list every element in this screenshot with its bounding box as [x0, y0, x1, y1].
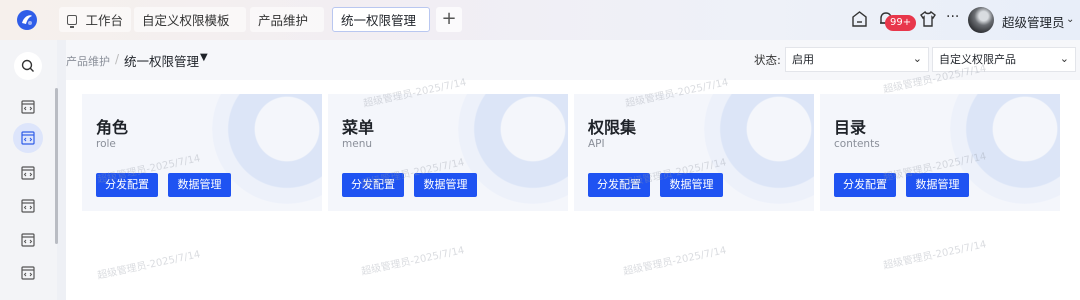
code-window-icon	[21, 199, 35, 213]
card-subtitle: role	[96, 138, 116, 150]
code-window-icon	[21, 233, 35, 247]
sidebar-item-3[interactable]	[17, 162, 39, 184]
card-role: 角色 role 分发配置 数据管理	[82, 94, 322, 211]
sidebar-item-2[interactable]	[13, 123, 43, 153]
status-select-value: 启用	[792, 53, 814, 66]
breadcrumb-parent[interactable]: 产品维护	[66, 53, 110, 69]
tab-label: 工作台	[85, 13, 123, 28]
card-contents: 目录 contents 分发配置 数据管理	[820, 94, 1060, 211]
distribute-config-button[interactable]: 分发配置	[342, 173, 404, 197]
data-management-button[interactable]: 数据管理	[414, 173, 477, 197]
data-management-button[interactable]: 数据管理	[168, 173, 231, 197]
tab-label: 自定义权限模板	[142, 13, 230, 28]
breadcrumb: 产品维护 / 统一权限管理 ▼ 状态: 启用 ⌄ 自定义权限产品 ⌄	[66, 40, 1080, 80]
sidebar-item-4[interactable]	[17, 195, 39, 217]
card-title: 角色	[96, 118, 129, 137]
tab-custom-permission-template[interactable]: 自定义权限模板	[134, 7, 246, 32]
home-icon[interactable]	[851, 10, 868, 28]
sidebar-search-button[interactable]	[14, 52, 42, 80]
more-icon[interactable]: ···	[946, 9, 959, 25]
data-management-button[interactable]: 数据管理	[906, 173, 969, 197]
code-window-icon	[21, 166, 35, 180]
code-window-icon	[21, 131, 35, 145]
watermark: 超级管理员-2025/7/14	[882, 239, 988, 272]
card-subtitle: contents	[834, 138, 880, 150]
search-icon	[21, 59, 34, 72]
app-logo-icon[interactable]	[15, 8, 39, 32]
card-menu: 菜单 menu 分发配置 数据管理	[328, 94, 568, 211]
tab-label: 统一权限管理	[341, 13, 417, 28]
card-title: 权限集	[588, 118, 637, 137]
card-title: 菜单	[342, 118, 375, 137]
status-label: 状态:	[754, 53, 781, 67]
chevron-down-icon[interactable]: ⌄	[1066, 14, 1074, 25]
product-select[interactable]: 自定义权限产品 ⌄	[932, 47, 1076, 72]
caret-down-icon[interactable]: ▼	[200, 52, 208, 63]
main-content: 产品维护 / 统一权限管理 ▼ 状态: 启用 ⌄ 自定义权限产品 ⌄ 角色 ro…	[66, 40, 1080, 300]
watermark: 超级管理员-2025/7/14	[622, 245, 728, 278]
tab-workbench[interactable]: 工作台	[59, 7, 131, 32]
card-title: 目录	[834, 118, 867, 137]
shirt-icon[interactable]	[919, 10, 937, 28]
watermark: 超级管理员-2025/7/14	[360, 245, 466, 278]
code-window-icon	[21, 266, 35, 280]
distribute-config-button[interactable]: 分发配置	[588, 173, 650, 197]
chevron-down-icon: ⌄	[1059, 52, 1069, 65]
add-tab-button[interactable]: +	[436, 7, 462, 32]
tab-label: 产品维护	[258, 13, 309, 28]
breadcrumb-separator: /	[115, 52, 120, 66]
card-permission-set: 权限集 API 分发配置 数据管理	[574, 94, 814, 211]
username[interactable]: 超级管理员	[1002, 12, 1065, 31]
sidebar	[0, 40, 58, 300]
sidebar-item-1[interactable]	[17, 96, 39, 118]
code-window-icon	[21, 100, 35, 114]
breadcrumb-current[interactable]: 统一权限管理	[124, 51, 199, 70]
watermark: 超级管理员-2025/7/14	[96, 249, 202, 282]
chevron-down-icon: ⌄	[912, 52, 922, 65]
status-select[interactable]: 启用 ⌄	[785, 47, 929, 72]
distribute-config-button[interactable]: 分发配置	[96, 173, 158, 197]
sidebar-scrollbar[interactable]	[55, 88, 58, 244]
notification-badge: 99+	[885, 15, 917, 31]
data-management-button[interactable]: 数据管理	[660, 173, 723, 197]
distribute-config-button[interactable]: 分发配置	[834, 173, 896, 197]
card-subtitle: menu	[342, 138, 372, 150]
sidebar-item-6[interactable]	[17, 262, 39, 284]
top-bar: 工作台 自定义权限模板 产品维护 统一权限管理 + 99+ ··· 超级管理员 …	[0, 0, 1080, 40]
tab-product-maintenance[interactable]: 产品维护	[250, 7, 324, 32]
monitor-icon	[67, 14, 78, 28]
product-select-value: 自定义权限产品	[939, 53, 1016, 66]
tab-unified-permission-management[interactable]: 统一权限管理	[332, 7, 430, 32]
sidebar-item-5[interactable]	[17, 229, 39, 251]
card-subtitle: API	[588, 138, 605, 150]
avatar[interactable]	[968, 7, 994, 33]
